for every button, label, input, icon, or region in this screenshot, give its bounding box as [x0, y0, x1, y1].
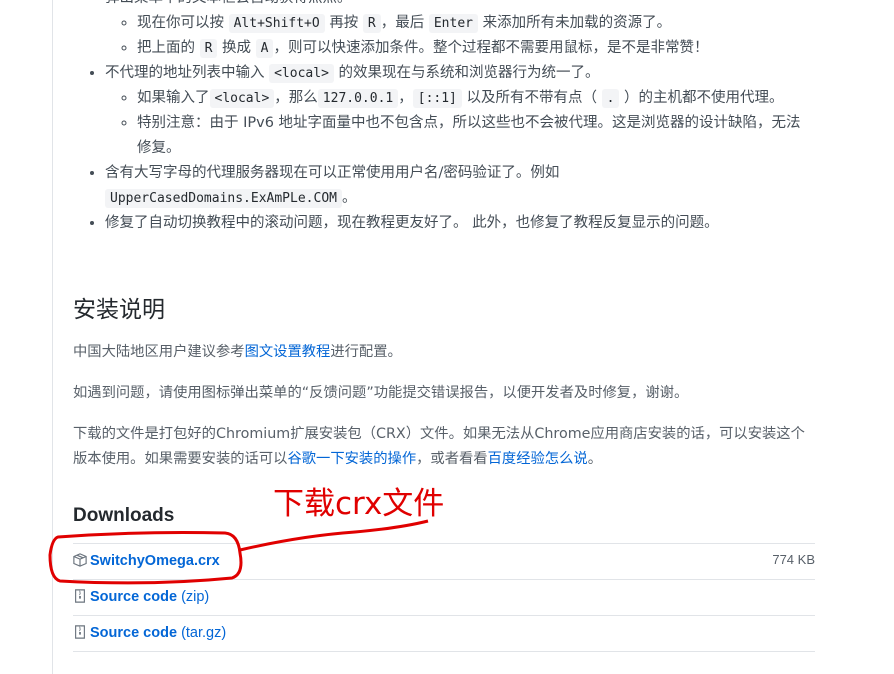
annotation-ellipse	[48, 531, 243, 585]
annotation-overlay	[48, 519, 429, 585]
annotation-arrow-line	[239, 519, 429, 552]
